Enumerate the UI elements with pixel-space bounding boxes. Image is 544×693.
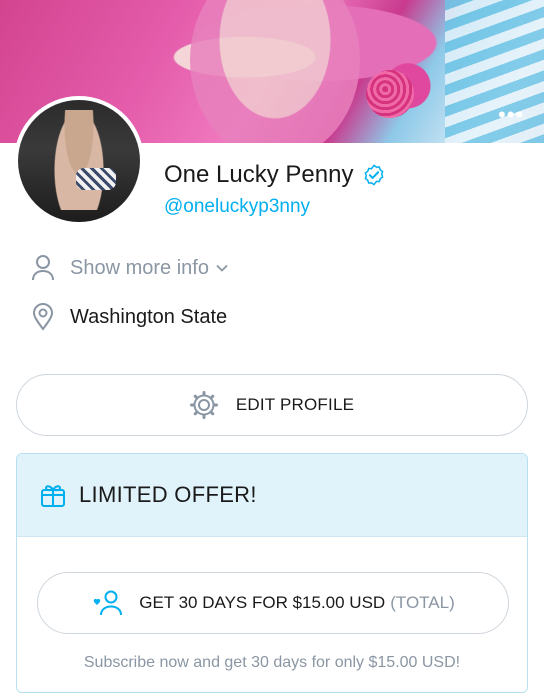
subscribe-button[interactable]: GET 30 DAYS FOR $15.00 USD (TOTAL) — [37, 572, 509, 634]
offer-title: LIMITED OFFER! — [79, 482, 257, 507]
location-text: Washington State — [70, 305, 228, 328]
profile-name: One Lucky Penny — [164, 161, 354, 188]
avatar-figure-detail — [76, 168, 116, 190]
gear-icon — [189, 391, 218, 419]
chevron-down-icon — [216, 264, 228, 272]
edit-profile-label: EDIT PROFILE — [235, 395, 355, 414]
show-more-info-toggle[interactable]: Show more info — [30, 254, 229, 282]
subscribe-total-suffix: (TOTAL) — [390, 593, 455, 612]
user-icon — [30, 254, 56, 282]
more-icon[interactable]: ••• — [498, 104, 524, 126]
profile-name-row: One Lucky Penny — [164, 158, 385, 192]
verified-icon — [364, 164, 384, 186]
limited-offer-card: LIMITED OFFER! GET 30 DAYS FOR $15.00 US… — [16, 453, 528, 693]
avatar-photo — [18, 100, 140, 222]
offer-header: LIMITED OFFER! — [17, 454, 527, 537]
cover-art-yarn — [366, 70, 414, 118]
location-row: Washington State — [30, 303, 227, 331]
avatar-figure — [54, 110, 104, 210]
gift-icon — [41, 485, 65, 507]
subscribe-label: GET 30 DAYS FOR $15.00 USD — [139, 593, 386, 612]
subscribe-user-icon — [94, 590, 123, 616]
location-pin-icon — [30, 303, 56, 331]
avatar[interactable] — [14, 96, 144, 226]
profile-handle[interactable]: @oneluckyp3nny — [164, 196, 310, 218]
cover-art-figure — [190, 0, 360, 143]
offer-note: Subscribe now and get 30 days for only $… — [83, 654, 461, 671]
cover-art-stripes — [445, 0, 544, 143]
edit-profile-button[interactable]: EDIT PROFILE — [16, 374, 528, 436]
show-more-info-label: Show more info — [70, 256, 209, 279]
